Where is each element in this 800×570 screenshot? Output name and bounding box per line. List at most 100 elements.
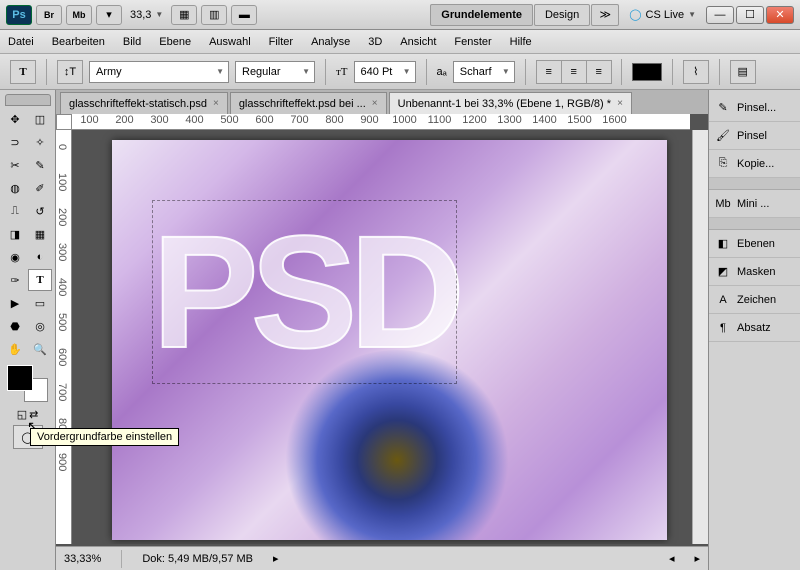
align-center-icon[interactable]: ≡ — [561, 60, 587, 84]
marquee-tool-icon[interactable]: ◫ — [28, 108, 52, 130]
status-menu-icon[interactable]: ▸ — [273, 552, 279, 565]
panel-mask[interactable]: ◩Masken — [709, 258, 800, 286]
tool-preset-text-icon[interactable]: T — [10, 60, 36, 84]
font-style-dropdown[interactable]: Regular▼ — [235, 61, 315, 83]
brush-tool-icon[interactable]: ✐ — [28, 177, 52, 199]
type-tool-icon[interactable]: T — [28, 269, 52, 291]
menu-filter[interactable]: Filter — [269, 36, 293, 48]
ruler-horizontal[interactable]: 1002003004005006007008009001000110012001… — [72, 114, 690, 130]
screen-mode-icon[interactable]: ▬ — [231, 5, 257, 25]
text-color-swatch[interactable] — [632, 63, 662, 81]
ruler-origin[interactable] — [56, 114, 72, 130]
menu-bearbeiten[interactable]: Bearbeiten — [52, 36, 105, 48]
history-brush-icon[interactable]: ↺ — [28, 200, 52, 222]
workspace-essentials[interactable]: Grundelemente — [430, 4, 533, 26]
3d-tool-icon[interactable]: ⬣ — [3, 315, 27, 337]
menu-datei[interactable]: Datei — [8, 36, 34, 48]
close-icon[interactable]: × — [372, 98, 378, 109]
doctab-1[interactable]: glasschrifteffekt-statisch.psd× — [60, 92, 228, 114]
canvas[interactable]: PSD — [112, 140, 667, 540]
close-button[interactable]: ✕ — [766, 6, 794, 24]
ruler-vertical[interactable]: 0100200300400500600700800900 — [56, 130, 72, 544]
font-family-dropdown[interactable]: Army▼ — [89, 61, 229, 83]
menu-ansicht[interactable]: Ansicht — [400, 36, 436, 48]
panel-para[interactable]: ¶Absatz — [709, 314, 800, 342]
minibridge-button[interactable]: Mb — [66, 5, 92, 25]
scroll-left-icon[interactable]: ◂ — [669, 552, 675, 565]
warp-text-icon[interactable]: ⌇ — [683, 60, 709, 84]
bridge-button[interactable]: Br — [36, 5, 62, 25]
panel-layers[interactable]: ◧Ebenen — [709, 230, 800, 258]
toolbox-collapse[interactable] — [5, 94, 51, 106]
dodge-tool-icon[interactable]: ◐ — [28, 246, 52, 268]
zoom-level[interactable]: 33,3 — [126, 9, 155, 21]
menu-auswahl[interactable]: Auswahl — [209, 36, 251, 48]
document-tabs: glasschrifteffekt-statisch.psd× glasschr… — [56, 90, 708, 114]
align-right-icon[interactable]: ≡ — [586, 60, 612, 84]
ruler-tick: 200 — [107, 114, 142, 129]
tooltip: Vordergrundfarbe einstellen — [30, 428, 179, 446]
font-size-dropdown[interactable]: 640 Pt▼ — [354, 61, 416, 83]
menu-3d[interactable]: 3D — [368, 36, 382, 48]
menu-ebene[interactable]: Ebene — [159, 36, 191, 48]
3d-camera-icon[interactable]: ◎ — [28, 315, 52, 337]
ruler-tick: 100 — [56, 165, 71, 200]
font-size-icon: тT — [336, 66, 348, 78]
menubar: Datei Bearbeiten Bild Ebene Auswahl Filt… — [0, 30, 800, 54]
antialias-dropdown[interactable]: Scharf▼ — [453, 61, 515, 83]
blur-tool-icon[interactable]: ◉ — [3, 246, 27, 268]
scrollbar-vertical[interactable] — [692, 130, 708, 544]
panel-mb[interactable]: MbMini ... — [709, 190, 800, 218]
workspace-design[interactable]: Design — [534, 4, 590, 26]
align-left-icon[interactable]: ≡ — [536, 60, 562, 84]
close-icon[interactable]: × — [617, 98, 623, 109]
panel-char[interactable]: AZeichen — [709, 286, 800, 314]
panel-brush[interactable]: ✎Pinsel... — [709, 94, 800, 122]
view-extras-icon[interactable]: ▦ — [171, 5, 197, 25]
ruler-tick: 500 — [56, 305, 71, 340]
panel-separator — [709, 218, 800, 230]
foreground-color[interactable] — [8, 366, 32, 390]
crop-tool-icon[interactable]: ✂ — [3, 154, 27, 176]
menu-bild[interactable]: Bild — [123, 36, 141, 48]
character-panel-icon[interactable]: ▤ — [730, 60, 756, 84]
scroll-right-icon[interactable]: ▸ — [694, 552, 700, 565]
ruler-tick: 800 — [317, 114, 352, 129]
shape-tool-icon[interactable]: ▭ — [28, 292, 52, 314]
minimize-button[interactable]: — — [706, 6, 734, 24]
history-arrows-icon[interactable]: ▾ — [96, 5, 122, 25]
menu-fenster[interactable]: Fenster — [454, 36, 491, 48]
gradient-tool-icon[interactable]: ▦ — [28, 223, 52, 245]
close-icon[interactable]: × — [213, 98, 219, 109]
wand-tool-icon[interactable]: ✧ — [28, 131, 52, 153]
panel-brush2[interactable]: 🖌Pinsel — [709, 122, 800, 150]
status-zoom[interactable]: 33,33% — [64, 553, 101, 565]
doctab-3[interactable]: Unbenannt-1 bei 33,3% (Ebene 1, RGB/8) *… — [389, 92, 632, 114]
zoom-tool-icon[interactable]: 🔍 — [28, 338, 52, 360]
doctab-2[interactable]: glasschrifteffekt.psd bei ...× — [230, 92, 387, 114]
maximize-button[interactable]: ☐ — [736, 6, 764, 24]
panel-label: Mini ... — [737, 198, 769, 210]
panel-clone[interactable]: ⎘Kopie... — [709, 150, 800, 178]
path-select-icon[interactable]: ▶ — [3, 292, 27, 314]
healing-tool-icon[interactable]: ◍ — [3, 177, 27, 199]
hand-tool-icon[interactable]: ✋ — [3, 338, 27, 360]
menu-hilfe[interactable]: Hilfe — [510, 36, 532, 48]
stamp-tool-icon[interactable]: ⎍ — [3, 200, 27, 222]
eyedropper-tool-icon[interactable]: ✎ — [28, 154, 52, 176]
menu-analyse[interactable]: Analyse — [311, 36, 350, 48]
default-colors-icon[interactable]: ◱ — [17, 408, 27, 421]
cslive-label[interactable]: CS Live — [646, 9, 685, 21]
status-docsize-label: Dok: — [142, 553, 165, 565]
arrange-docs-icon[interactable]: ▥ — [201, 5, 227, 25]
lasso-tool-icon[interactable]: ⊃ — [3, 131, 27, 153]
pen-tool-icon[interactable]: ✑ — [3, 269, 27, 291]
eraser-tool-icon[interactable]: ◨ — [3, 223, 27, 245]
text-orientation-icon[interactable]: ↕T — [57, 60, 83, 84]
color-swatches — [8, 366, 48, 402]
workspace-more[interactable]: ≫ — [591, 4, 619, 26]
panel-label: Zeichen — [737, 294, 776, 306]
ruler-tick: 0 — [56, 130, 71, 165]
move-tool-icon[interactable]: ✥ — [3, 108, 27, 130]
text-layer-psd[interactable]: PSD — [152, 200, 457, 384]
